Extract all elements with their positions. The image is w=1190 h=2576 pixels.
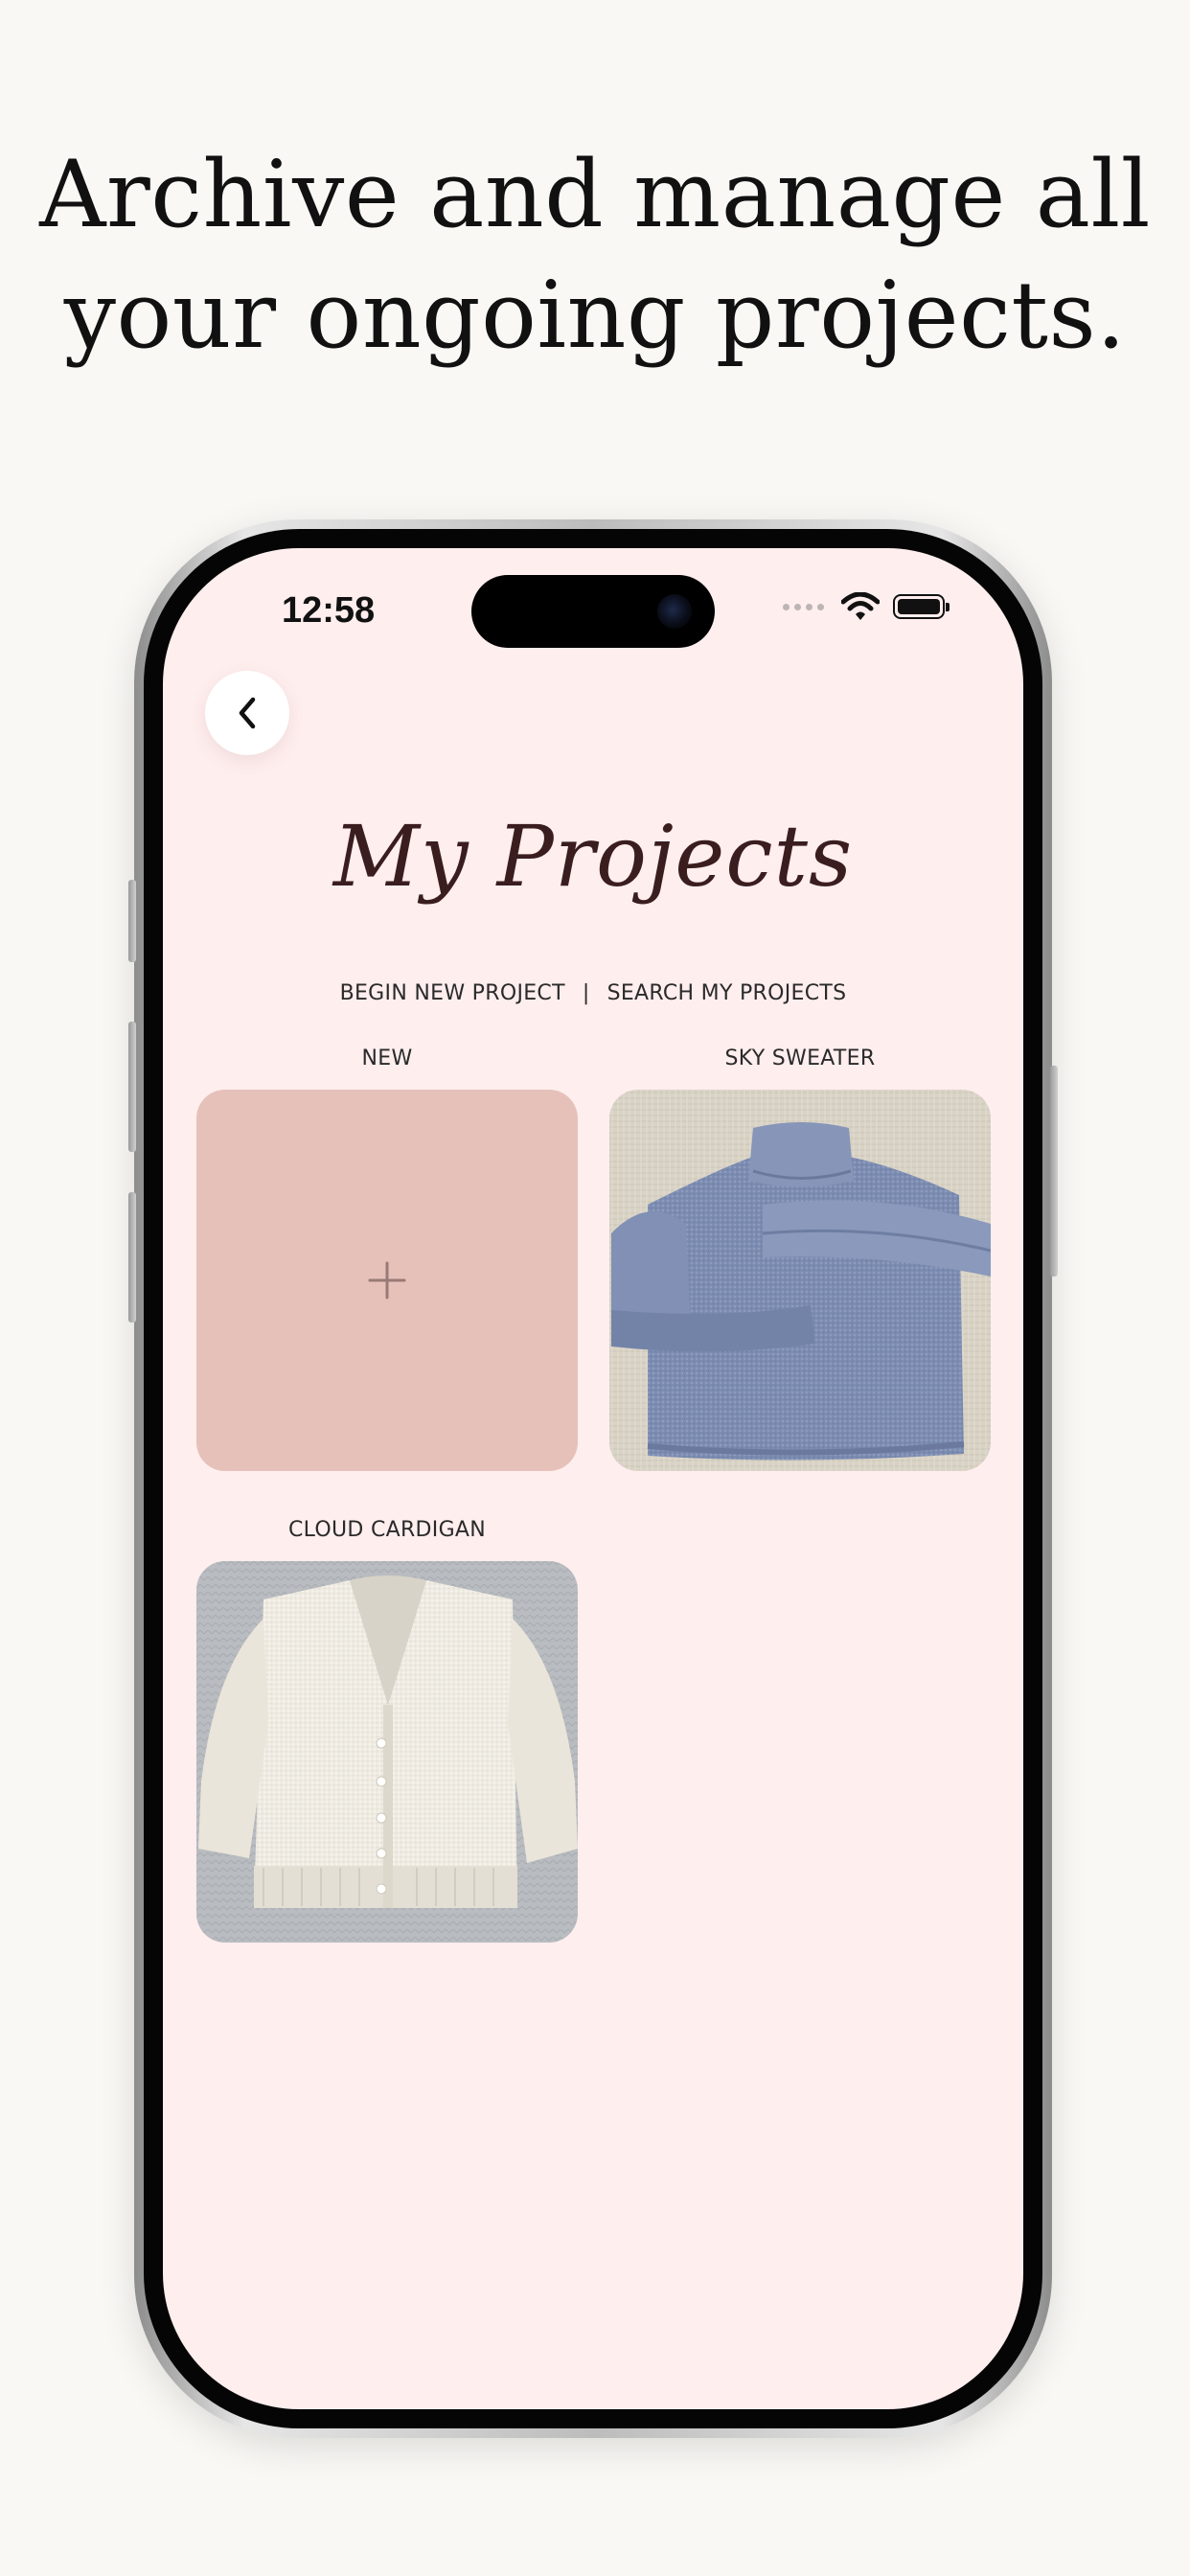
new-project-tile[interactable]	[196, 1090, 578, 1471]
begin-new-project-link[interactable]: BEGIN NEW PROJECT	[340, 981, 565, 1005]
phone-action-button	[128, 880, 136, 962]
phone-screen: 12:58 My Projects BEGIN NEW PROJECT | SE…	[163, 548, 1023, 2409]
sky-sweater-photo	[609, 1090, 991, 1471]
chevron-left-icon	[239, 697, 256, 729]
actions-separator: |	[582, 981, 590, 1005]
back-button[interactable]	[205, 671, 289, 755]
tile-label-cloud-cardigan: CLOUD CARDIGAN	[287, 1518, 487, 1542]
promo-headline: Archive and manage all your ongoing proj…	[0, 134, 1190, 376]
dynamic-island	[471, 575, 715, 648]
tile-label-new: NEW	[361, 1046, 413, 1070]
phone-volume-down-button	[128, 1192, 136, 1322]
phone-volume-up-button	[128, 1022, 136, 1152]
tile-label-sky-sweater: SKY SWEATER	[724, 1046, 876, 1070]
phone-power-button	[1050, 1066, 1058, 1276]
promo-headline-line-2: your ongoing projects.	[63, 262, 1127, 369]
status-time: 12:58	[282, 590, 376, 631]
cloud-cardigan-photo	[196, 1561, 578, 1943]
cellular-dots-icon	[783, 603, 824, 610]
promo-headline-line-1: Archive and manage all	[39, 141, 1151, 248]
project-actions: BEGIN NEW PROJECT | SEARCH MY PROJECTS	[163, 981, 1023, 1005]
front-camera-icon	[657, 594, 692, 629]
plus-icon	[368, 1261, 406, 1300]
wifi-icon	[841, 592, 880, 620]
search-projects-link[interactable]: SEARCH MY PROJECTS	[607, 981, 847, 1005]
battery-icon	[893, 594, 950, 619]
project-tile-sky-sweater[interactable]	[609, 1090, 991, 1471]
page-title: My Projects	[332, 807, 854, 906]
project-tile-cloud-cardigan[interactable]	[196, 1561, 578, 1943]
status-icons	[783, 592, 950, 621]
